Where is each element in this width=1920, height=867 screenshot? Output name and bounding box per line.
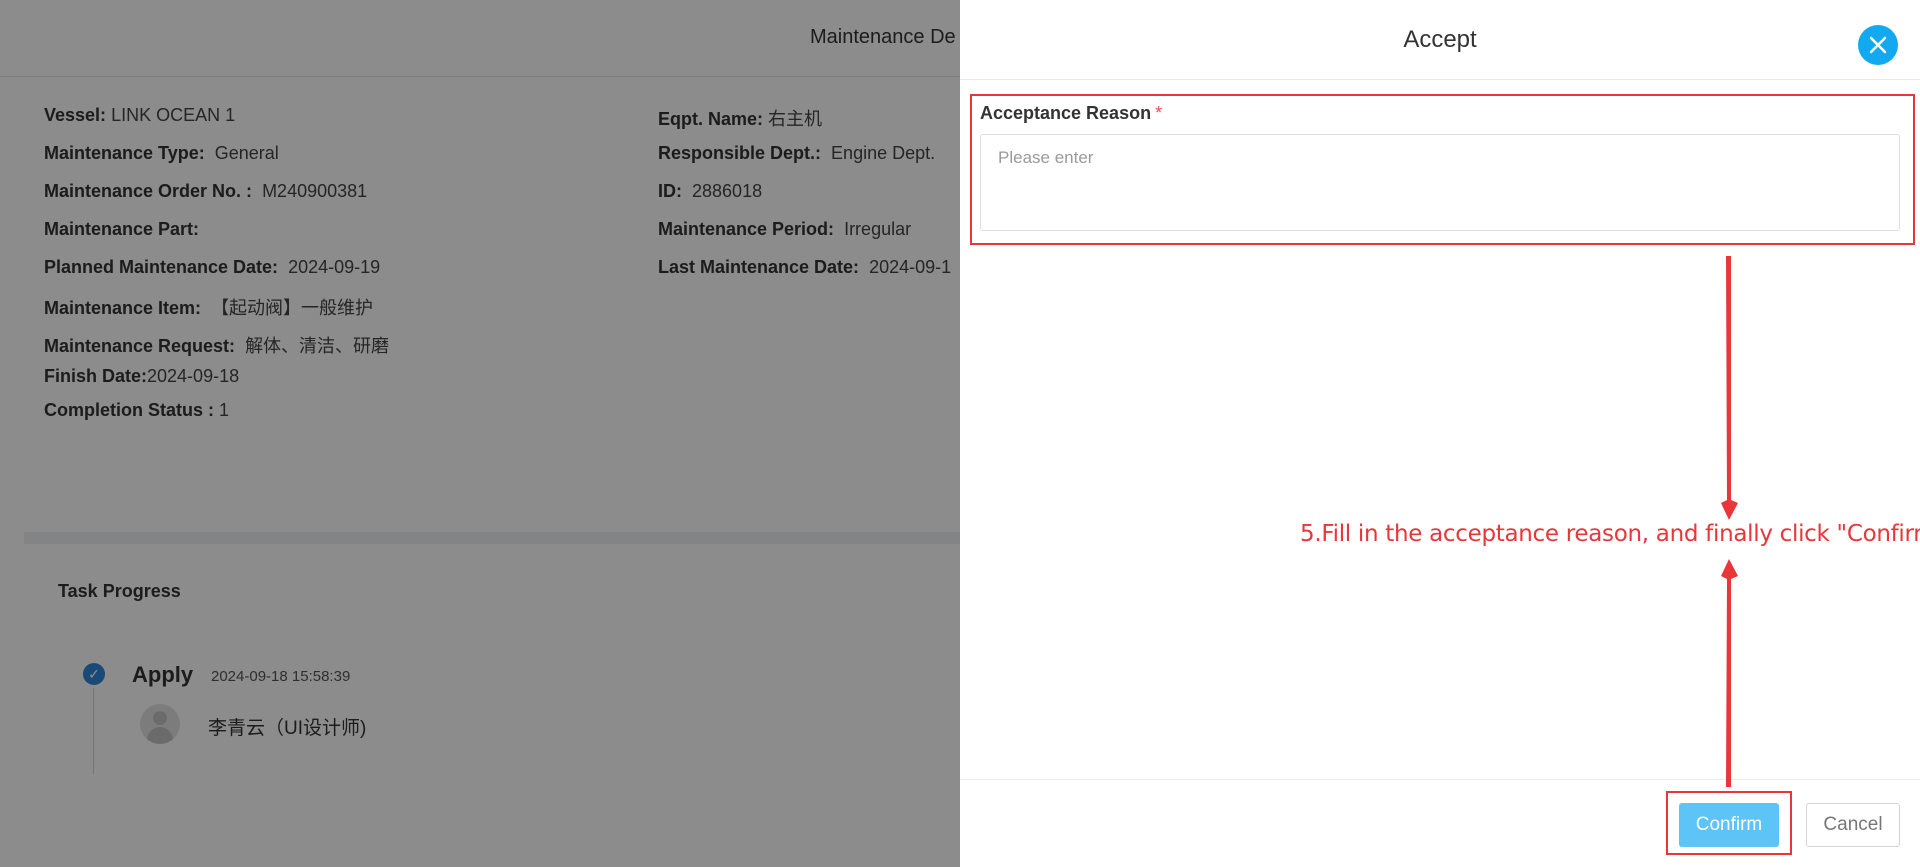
acceptance-reason-label: Acceptance Reason * (980, 103, 1162, 124)
annotation-instruction-text: 5.Fill in the acceptance reason, and fin… (1300, 521, 1920, 547)
cancel-button[interactable]: Cancel (1806, 803, 1900, 847)
field-label-text: Acceptance Reason (980, 103, 1152, 123)
drawer-footer: Confirm Cancel (960, 779, 1920, 867)
confirm-button[interactable]: Confirm (1679, 803, 1779, 847)
close-button[interactable] (1858, 25, 1898, 65)
required-mark: * (1155, 103, 1163, 123)
drawer-header: Accept (960, 0, 1920, 80)
accept-drawer: Accept Acceptance Reason* Confirm Cancel (960, 0, 1920, 867)
close-icon (1869, 36, 1887, 54)
drawer-title: Accept (1403, 26, 1477, 53)
acceptance-reason-input[interactable] (980, 134, 1900, 231)
